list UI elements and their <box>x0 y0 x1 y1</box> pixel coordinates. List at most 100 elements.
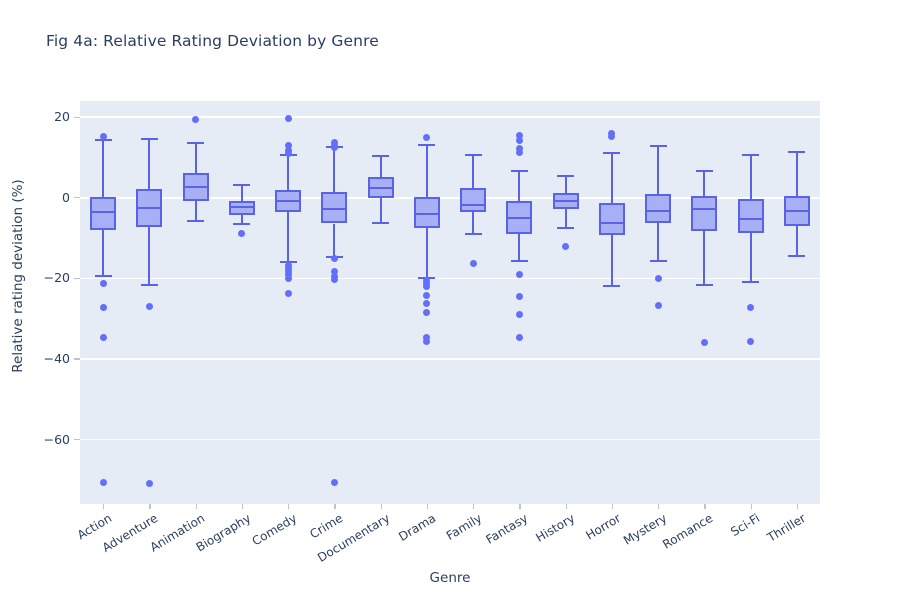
median-line <box>321 208 348 210</box>
whisker-cap-lower <box>557 226 575 229</box>
box-plot-group[interactable] <box>728 101 774 504</box>
box-plot-group[interactable] <box>543 101 589 504</box>
x-tick-mark <box>334 504 336 509</box>
whisker-cap-upper <box>510 170 528 173</box>
outlier-point <box>562 242 570 250</box>
outlier-point <box>330 479 338 487</box>
x-tick-mark <box>380 504 382 509</box>
whisker-upper <box>379 155 382 178</box>
outlier-point <box>99 478 107 486</box>
whisker-lower <box>564 209 567 228</box>
whisker-cap-lower <box>94 275 112 278</box>
box-plot-group[interactable] <box>311 101 357 504</box>
outlier-point <box>423 133 431 141</box>
x-tick-mark <box>565 504 567 509</box>
outlier-point <box>747 303 755 311</box>
median-line <box>90 210 117 213</box>
outlier-point <box>284 274 292 282</box>
whisker-cap-lower <box>510 260 528 263</box>
box-plot-group[interactable] <box>635 101 681 504</box>
box-iqr <box>645 194 672 224</box>
x-tick-mark <box>473 504 475 509</box>
whisker-upper <box>148 138 151 189</box>
outlier-point <box>423 291 431 299</box>
outlier-point <box>423 308 431 316</box>
outlier-point <box>654 274 662 282</box>
whisker-lower <box>333 223 336 258</box>
outlier-point <box>284 150 292 158</box>
whisker-lower <box>148 226 151 285</box>
whisker-upper <box>472 155 475 188</box>
box-plot-group[interactable] <box>219 101 265 504</box>
whisker-cap-lower <box>187 220 205 223</box>
box-plot-group[interactable] <box>589 101 635 504</box>
whisker-cap-upper <box>603 152 621 155</box>
box-plot-group[interactable] <box>358 101 404 504</box>
whisker-upper <box>287 155 290 191</box>
outlier-point <box>99 304 107 312</box>
x-tick-mark <box>195 504 197 509</box>
box-plot-group[interactable] <box>496 101 542 504</box>
whisker-upper <box>425 144 428 198</box>
median-line <box>228 206 255 209</box>
whisker-cap-upper <box>695 170 713 173</box>
outlier-point <box>284 115 292 123</box>
chart-title: Fig 4a: Relative Rating Deviation by Gen… <box>46 32 379 50</box>
whisker-upper <box>749 155 752 200</box>
whisker-cap-lower <box>464 232 482 235</box>
whisker-lower <box>472 212 475 234</box>
box-plot-group[interactable] <box>173 101 219 504</box>
x-tick-mark <box>704 504 706 509</box>
whisker-lower <box>287 212 290 263</box>
whisker-cap-upper <box>233 183 251 186</box>
box-plot-group[interactable] <box>265 101 311 504</box>
outlier-point <box>99 279 107 287</box>
whisker-cap-upper <box>418 143 436 146</box>
box-plot-group[interactable] <box>681 101 727 504</box>
x-tick-mark <box>149 504 151 509</box>
x-tick-mark <box>611 504 614 509</box>
box-plot-group[interactable] <box>80 101 126 504</box>
outlier-point <box>515 270 523 278</box>
median-line <box>552 199 579 202</box>
outlier-point <box>192 115 200 123</box>
box-iqr <box>460 187 487 213</box>
whisker-cap-lower <box>742 280 760 283</box>
median-line <box>737 218 764 221</box>
x-tick-mark <box>426 504 429 509</box>
outlier-point <box>330 255 338 263</box>
outlier-point <box>469 259 477 267</box>
whisker-cap-lower <box>603 284 621 287</box>
outlier-point <box>99 333 107 341</box>
outlier-point <box>284 290 292 298</box>
median-line <box>506 217 533 220</box>
whisker-cap-upper <box>557 174 575 177</box>
box-plot-group[interactable] <box>774 101 820 504</box>
whisker-cap-lower <box>372 221 390 224</box>
outlier-point <box>330 144 338 152</box>
whisker-lower <box>518 233 521 262</box>
box-plot-group[interactable] <box>404 101 450 504</box>
median-line <box>136 207 163 210</box>
whisker-cap-upper <box>187 141 205 144</box>
whisker-lower <box>749 232 752 282</box>
median-line <box>182 186 209 189</box>
outlier-point <box>700 338 708 346</box>
whisker-upper <box>610 153 613 203</box>
whisker-upper <box>657 146 660 195</box>
box-plot-group[interactable] <box>126 101 172 504</box>
x-tick-mark <box>750 504 752 509</box>
whisker-cap-upper <box>788 150 806 153</box>
whisker-upper <box>703 171 706 197</box>
outlier-point <box>423 282 431 290</box>
whisker-upper <box>194 142 197 174</box>
whisker-lower <box>102 229 105 277</box>
x-tick-mark <box>519 504 521 509</box>
median-line <box>691 208 718 211</box>
whisker-upper <box>102 140 105 197</box>
box-iqr <box>90 196 117 230</box>
median-line <box>598 221 625 224</box>
whisker-upper <box>240 184 243 202</box>
box-plot-group[interactable] <box>450 101 496 504</box>
outlier-point <box>423 300 431 308</box>
